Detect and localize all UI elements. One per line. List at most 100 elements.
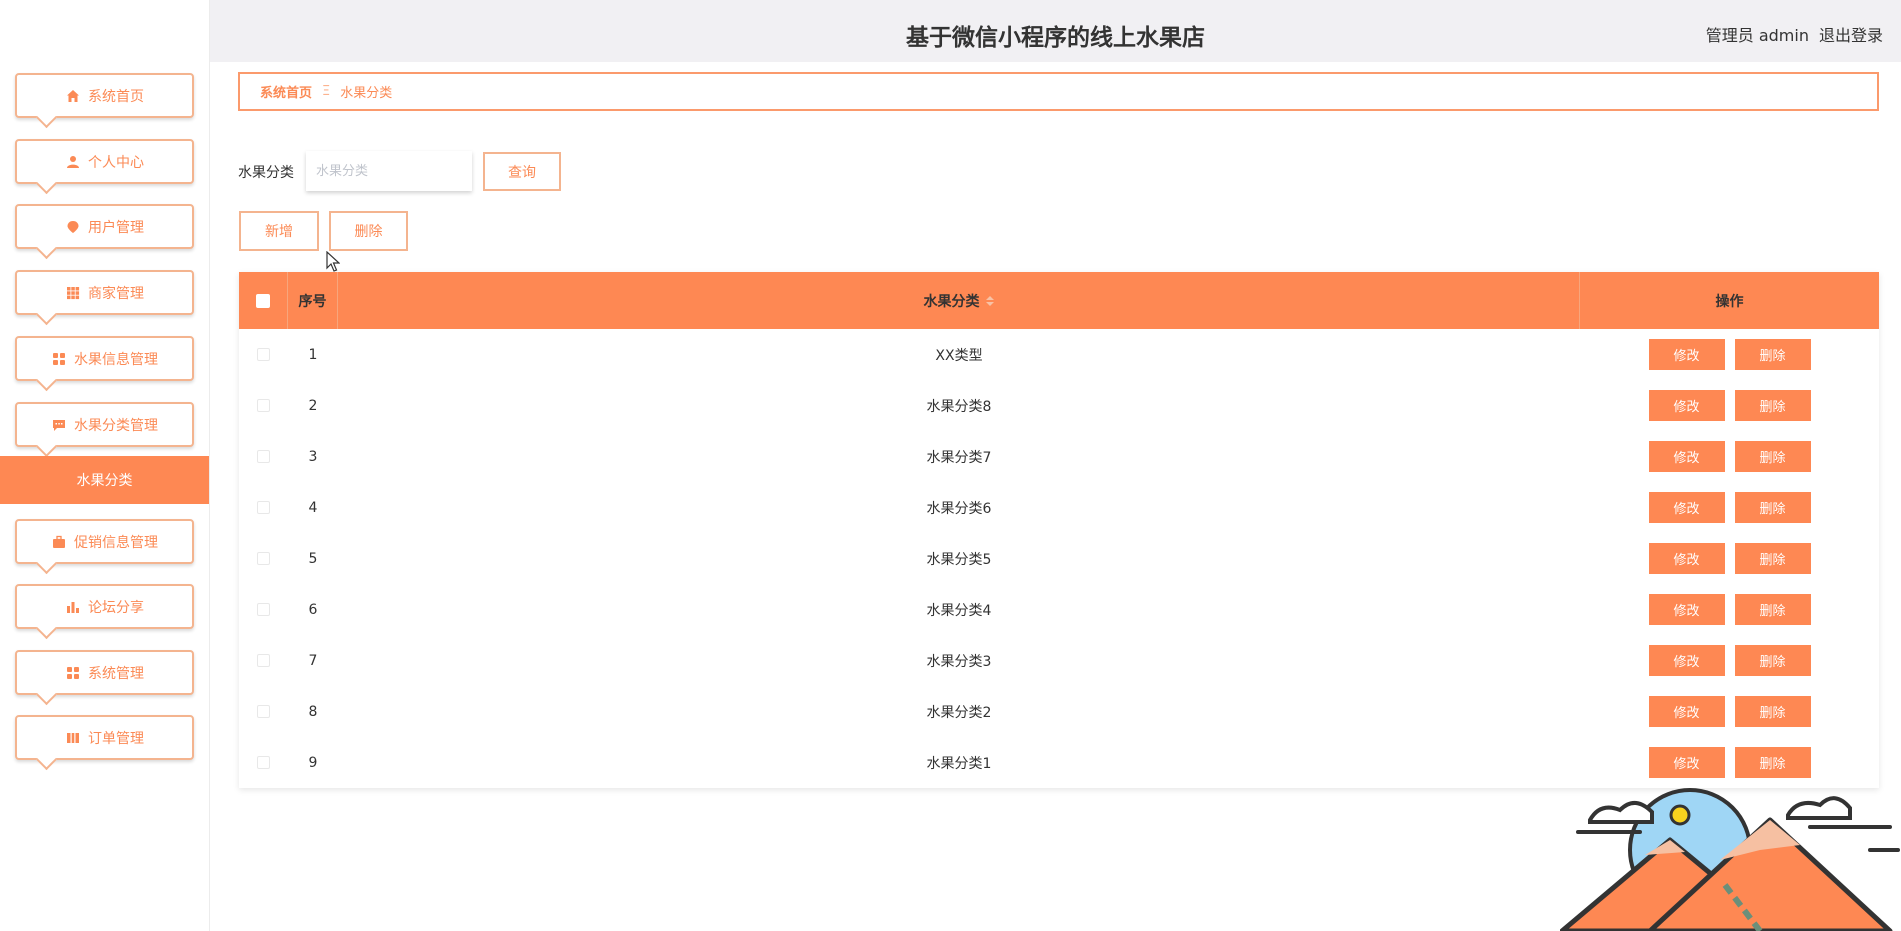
- row-index: 3: [308, 448, 318, 465]
- row-index: 1: [308, 346, 318, 363]
- column-header-operation: 操作: [1715, 293, 1744, 310]
- row-index: 6: [308, 601, 318, 618]
- sidebar-item-label: 系统管理: [88, 665, 144, 682]
- row-actions: 修改 删除: [1580, 584, 1879, 635]
- sidebar-item-fruit-category[interactable]: 水果分类管理: [15, 402, 194, 447]
- delete-button[interactable]: 删除: [1734, 543, 1811, 574]
- column-header-category-label: 水果分类: [923, 293, 980, 310]
- user-label: 管理员 admin: [1705, 26, 1809, 45]
- delete-button[interactable]: 删除: [1734, 441, 1811, 472]
- row-index: 9: [308, 754, 318, 771]
- edit-button[interactable]: 修改: [1648, 645, 1725, 676]
- row-category: 水果分类1: [926, 755, 992, 772]
- sidebar-item-label: 个人中心: [88, 154, 144, 171]
- row-actions: 修改 删除: [1580, 533, 1879, 584]
- row-checkbox[interactable]: [257, 603, 270, 616]
- top-header: 基于微信小程序的线上水果店 管理员 admin 退出登录: [210, 0, 1901, 62]
- table-row: 3 水果分类7 修改 删除: [239, 431, 1879, 482]
- sidebar-item-merchants[interactable]: 商家管理: [15, 270, 194, 315]
- breadcrumb-home[interactable]: 系统首页: [260, 82, 312, 101]
- row-checkbox[interactable]: [257, 756, 270, 769]
- row-select-cell[interactable]: [239, 635, 288, 686]
- sidebar-item-users[interactable]: 用户管理: [15, 204, 194, 249]
- row-select-cell[interactable]: [239, 686, 288, 737]
- row-checkbox[interactable]: [257, 399, 270, 412]
- row-actions: 修改 删除: [1580, 686, 1879, 737]
- row-actions: 修改 删除: [1580, 635, 1879, 686]
- logout-link[interactable]: 退出登录: [1819, 22, 1883, 46]
- add-button[interactable]: 新增: [239, 211, 319, 251]
- sidebar-item-label: 论坛分享: [88, 599, 144, 616]
- page-title: 基于微信小程序的线上水果店: [906, 25, 1205, 51]
- sidebar-subitem-fruit-category[interactable]: 水果分类: [0, 456, 209, 504]
- home-icon: [65, 88, 80, 103]
- edit-button[interactable]: 修改: [1648, 696, 1725, 727]
- row-checkbox[interactable]: [257, 654, 270, 667]
- sidebar-item-promotions[interactable]: 促销信息管理: [15, 519, 194, 564]
- table-row: 1 XX类型 修改 删除: [239, 329, 1879, 380]
- sidebar-item-home[interactable]: 系统首页: [15, 73, 194, 118]
- delete-button[interactable]: 删除: [1734, 390, 1811, 421]
- row-select-cell[interactable]: [239, 737, 288, 788]
- row-select-cell[interactable]: [239, 431, 288, 482]
- breadcrumb-separator: Ξ: [322, 84, 331, 99]
- query-button[interactable]: 查询: [483, 152, 561, 191]
- select-all-checkbox[interactable]: [256, 293, 270, 308]
- row-checkbox[interactable]: [257, 348, 270, 361]
- briefcase-icon: [51, 534, 66, 549]
- grid-icon: [65, 285, 80, 300]
- batch-delete-button[interactable]: 删除: [329, 211, 408, 251]
- book-icon: [65, 730, 80, 745]
- delete-button[interactable]: 删除: [1734, 696, 1811, 727]
- edit-button[interactable]: 修改: [1648, 747, 1725, 778]
- delete-button[interactable]: 删除: [1734, 645, 1811, 676]
- row-index: 8: [308, 703, 318, 720]
- row-category: 水果分类5: [926, 551, 992, 568]
- row-actions: 修改 删除: [1580, 482, 1879, 533]
- table-row: 4 水果分类6 修改 删除: [239, 482, 1879, 533]
- edit-button[interactable]: 修改: [1648, 492, 1725, 523]
- sidebar-item-label: 系统首页: [88, 88, 144, 105]
- row-select-cell[interactable]: [239, 584, 288, 635]
- row-select-cell[interactable]: [239, 482, 288, 533]
- sidebar-item-orders[interactable]: 订单管理: [15, 715, 194, 760]
- delete-button[interactable]: 删除: [1734, 339, 1811, 370]
- row-checkbox[interactable]: [257, 450, 270, 463]
- edit-button[interactable]: 修改: [1648, 339, 1725, 370]
- row-category: 水果分类7: [926, 449, 992, 466]
- row-index: 7: [308, 652, 318, 669]
- row-category: 水果分类2: [926, 704, 992, 721]
- sort-icon[interactable]: [985, 295, 994, 306]
- user-area: 管理员 admin 退出登录: [1706, 22, 1883, 46]
- row-checkbox[interactable]: [257, 501, 270, 514]
- sidebar-item-label: 用户管理: [88, 219, 144, 236]
- delete-button[interactable]: 删除: [1734, 594, 1811, 625]
- search-input[interactable]: [306, 151, 472, 191]
- row-checkbox[interactable]: [257, 705, 270, 718]
- category-table: 序号 水果分类 操作 1 XX类型 修改 删除 2 水果分类8 修改 删除 3 水果分类7 修改 删除…: [239, 272, 1879, 788]
- column-header-index: 序号: [288, 272, 338, 329]
- chat-icon: [51, 417, 66, 432]
- row-select-cell[interactable]: [239, 380, 288, 431]
- header-select-all[interactable]: [239, 272, 288, 329]
- edit-button[interactable]: 修改: [1648, 441, 1725, 472]
- edit-button[interactable]: 修改: [1648, 390, 1725, 421]
- row-select-cell[interactable]: [239, 533, 288, 584]
- row-actions: 修改 删除: [1580, 380, 1879, 431]
- sidebar-item-forum[interactable]: 论坛分享: [15, 584, 194, 629]
- breadcrumb: 系统首页 Ξ 水果分类: [238, 72, 1879, 111]
- delete-button[interactable]: 删除: [1734, 747, 1811, 778]
- edit-button[interactable]: 修改: [1648, 543, 1725, 574]
- sidebar-item-system[interactable]: 系统管理: [15, 650, 194, 695]
- sidebar-item-profile[interactable]: 个人中心: [15, 139, 194, 184]
- edit-button[interactable]: 修改: [1648, 594, 1725, 625]
- table-row: 5 水果分类5 修改 删除: [239, 533, 1879, 584]
- delete-button[interactable]: 删除: [1734, 492, 1811, 523]
- column-header-category[interactable]: 水果分类: [338, 272, 1580, 329]
- sidebar-item-fruit-info[interactable]: 水果信息管理: [15, 336, 194, 381]
- row-checkbox[interactable]: [257, 552, 270, 565]
- sidebar-item-label: 商家管理: [88, 285, 144, 302]
- row-select-cell[interactable]: [239, 329, 288, 380]
- row-actions: 修改 删除: [1580, 431, 1879, 482]
- mountain-illustration: [1560, 780, 1901, 931]
